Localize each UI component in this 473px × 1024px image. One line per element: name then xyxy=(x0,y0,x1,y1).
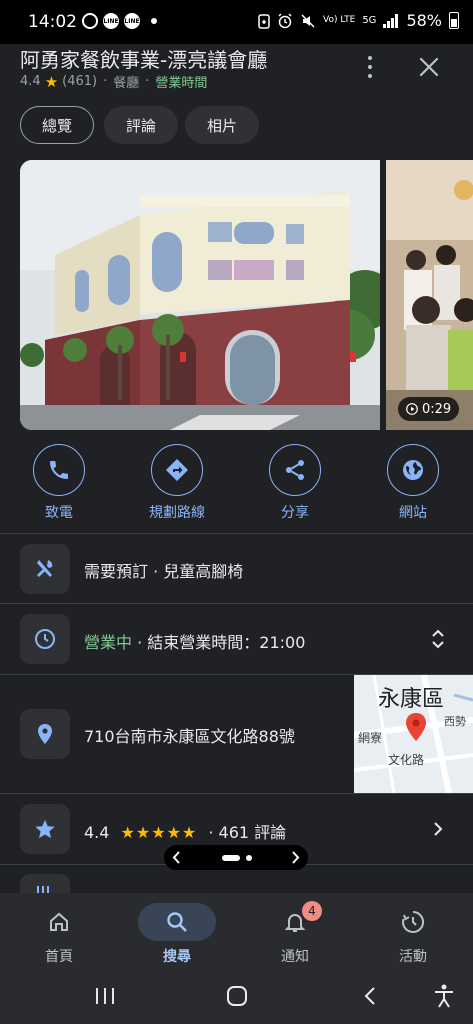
map-area-left-label: 網寮 xyxy=(358,731,383,745)
directions-button[interactable]: 規劃路線 xyxy=(132,444,222,522)
search-icon xyxy=(167,912,187,932)
website-button[interactable]: 網站 xyxy=(368,444,458,522)
5g-icon: 5G xyxy=(362,15,377,26)
nav-home[interactable]: 首頁 xyxy=(0,893,118,973)
status-bar: 14:02 LINE LINE Vo) LTE 5G 58% xyxy=(0,0,473,44)
phone-icon xyxy=(50,461,68,479)
restaurant-building-photo[interactable] xyxy=(20,160,380,430)
call-label: 致電 xyxy=(45,505,73,521)
globe-icon xyxy=(403,460,423,480)
event-crowd-photo[interactable] xyxy=(386,160,473,430)
photo-carousel-control[interactable] xyxy=(164,845,308,870)
hours-text: 營業中 · 結束營業時間：21:00 xyxy=(84,629,305,653)
alarm-icon xyxy=(278,12,292,28)
notification-badge: 4 xyxy=(302,901,322,921)
chevron-right-icon[interactable] xyxy=(432,820,444,838)
activity-icon xyxy=(402,910,425,933)
rating-stars: ★★★★★ xyxy=(120,823,198,842)
menu-icon xyxy=(20,874,70,893)
map-area-right-label: 西勢 xyxy=(444,715,466,728)
review-count: (461) xyxy=(62,74,98,89)
accessibility-icon[interactable] xyxy=(432,983,456,1009)
cutlery-icon xyxy=(20,544,70,594)
dining-options-text: 需要預訂 · 兒童高腳椅 xyxy=(84,562,244,581)
open-now-status: 營業中 xyxy=(84,633,133,652)
expand-collapse-icon[interactable] xyxy=(430,628,446,650)
nav-search[interactable]: 搜尋 xyxy=(118,893,236,973)
battery-percent: 58% xyxy=(406,11,442,30)
place-summary: 4.4 ★ (461) · 餐廳 · 營業時間 xyxy=(20,72,207,92)
line-icon: LINE xyxy=(103,13,119,29)
tab-overview[interactable]: 總覽 xyxy=(20,106,94,144)
closing-time: · 結束營業時間：21:00 xyxy=(132,633,306,652)
separator-dot: · xyxy=(145,74,150,89)
system-navigation-bar xyxy=(0,973,473,1024)
map-road-label: 文化路 xyxy=(388,753,425,767)
close-icon[interactable] xyxy=(416,54,442,80)
line-icon: LINE xyxy=(124,13,140,29)
rating-value: 4.4 xyxy=(20,74,41,89)
chevron-right-icon[interactable] xyxy=(290,850,300,865)
place-title: 阿勇家餐飲事業-漂亮議會廳 xyxy=(20,48,268,72)
status-time: 14:02 xyxy=(28,12,77,32)
address-text: 710台南市永康區文化路88號 xyxy=(84,727,295,746)
home-icon xyxy=(50,912,68,931)
nav-notifications-label: 通知 xyxy=(281,949,309,965)
video-duration-badge: 0:29 xyxy=(398,397,460,421)
nav-home-label: 首頁 xyxy=(45,949,73,965)
battery-saver-icon xyxy=(258,13,270,29)
nav-activity[interactable]: 活動 xyxy=(354,893,472,973)
share-icon xyxy=(286,460,304,480)
home-button-icon[interactable] xyxy=(226,985,248,1007)
rating-summary: 4.4 ★★★★★ · 461 評論 xyxy=(84,819,286,843)
signal-icon xyxy=(383,13,399,28)
place-category: 餐廳 xyxy=(113,76,140,91)
tab-photos[interactable]: 相片 xyxy=(185,106,259,144)
video-duration: 0:29 xyxy=(422,401,452,417)
play-icon xyxy=(406,403,418,415)
system-icons: Vo) LTE 5G 58% xyxy=(258,11,459,30)
website-label: 網站 xyxy=(399,505,427,521)
bottom-navigation: 首頁 搜尋 4 通知 活動 xyxy=(0,893,473,973)
threads-icon xyxy=(82,13,98,29)
clock-icon xyxy=(20,614,70,664)
location-pin-icon xyxy=(20,709,70,759)
call-button[interactable]: 致電 xyxy=(14,444,104,522)
mute-icon xyxy=(301,13,315,28)
directions-icon xyxy=(166,459,188,481)
star-icon xyxy=(20,804,70,854)
notification-icons: LINE LINE xyxy=(82,13,157,29)
recent-apps-icon[interactable] xyxy=(93,986,117,1006)
carousel-active-indicator xyxy=(222,855,240,861)
star-icon: ★ xyxy=(44,72,59,91)
more-options-button[interactable] xyxy=(360,54,380,80)
map-thumbnail[interactable]: 永康區 西勢 網寮 文化路 xyxy=(354,675,473,793)
tab-reviews[interactable]: 評論 xyxy=(104,106,178,144)
more-notifications-icon xyxy=(151,18,157,24)
chevron-left-icon[interactable] xyxy=(172,850,182,865)
directions-label: 規劃路線 xyxy=(149,505,205,521)
nav-search-label: 搜尋 xyxy=(163,949,191,965)
nav-notifications[interactable]: 4 通知 xyxy=(236,893,354,973)
address-row[interactable]: 710台南市永康區文化路88號 xyxy=(0,675,354,793)
rating-value: 4.4 xyxy=(84,823,110,842)
hours-row[interactable]: 營業中 · 結束營業時間：21:00 xyxy=(0,604,473,674)
share-label: 分享 xyxy=(281,505,309,521)
back-icon[interactable] xyxy=(362,985,378,1007)
open-hours-status[interactable]: 營業時間 xyxy=(155,72,207,91)
map-district-label: 永康區 xyxy=(378,687,445,712)
nav-activity-label: 活動 xyxy=(399,949,427,965)
dining-options-row[interactable]: 需要預訂 · 兒童高腳椅 xyxy=(0,534,473,602)
carousel-indicator xyxy=(246,855,252,861)
volte-icon: Vo) LTE xyxy=(323,15,356,25)
separator-dot: · xyxy=(103,74,108,89)
battery-icon xyxy=(449,12,459,29)
share-button[interactable]: 分享 xyxy=(250,444,340,522)
review-count-text: · 461 評論 xyxy=(208,823,287,842)
